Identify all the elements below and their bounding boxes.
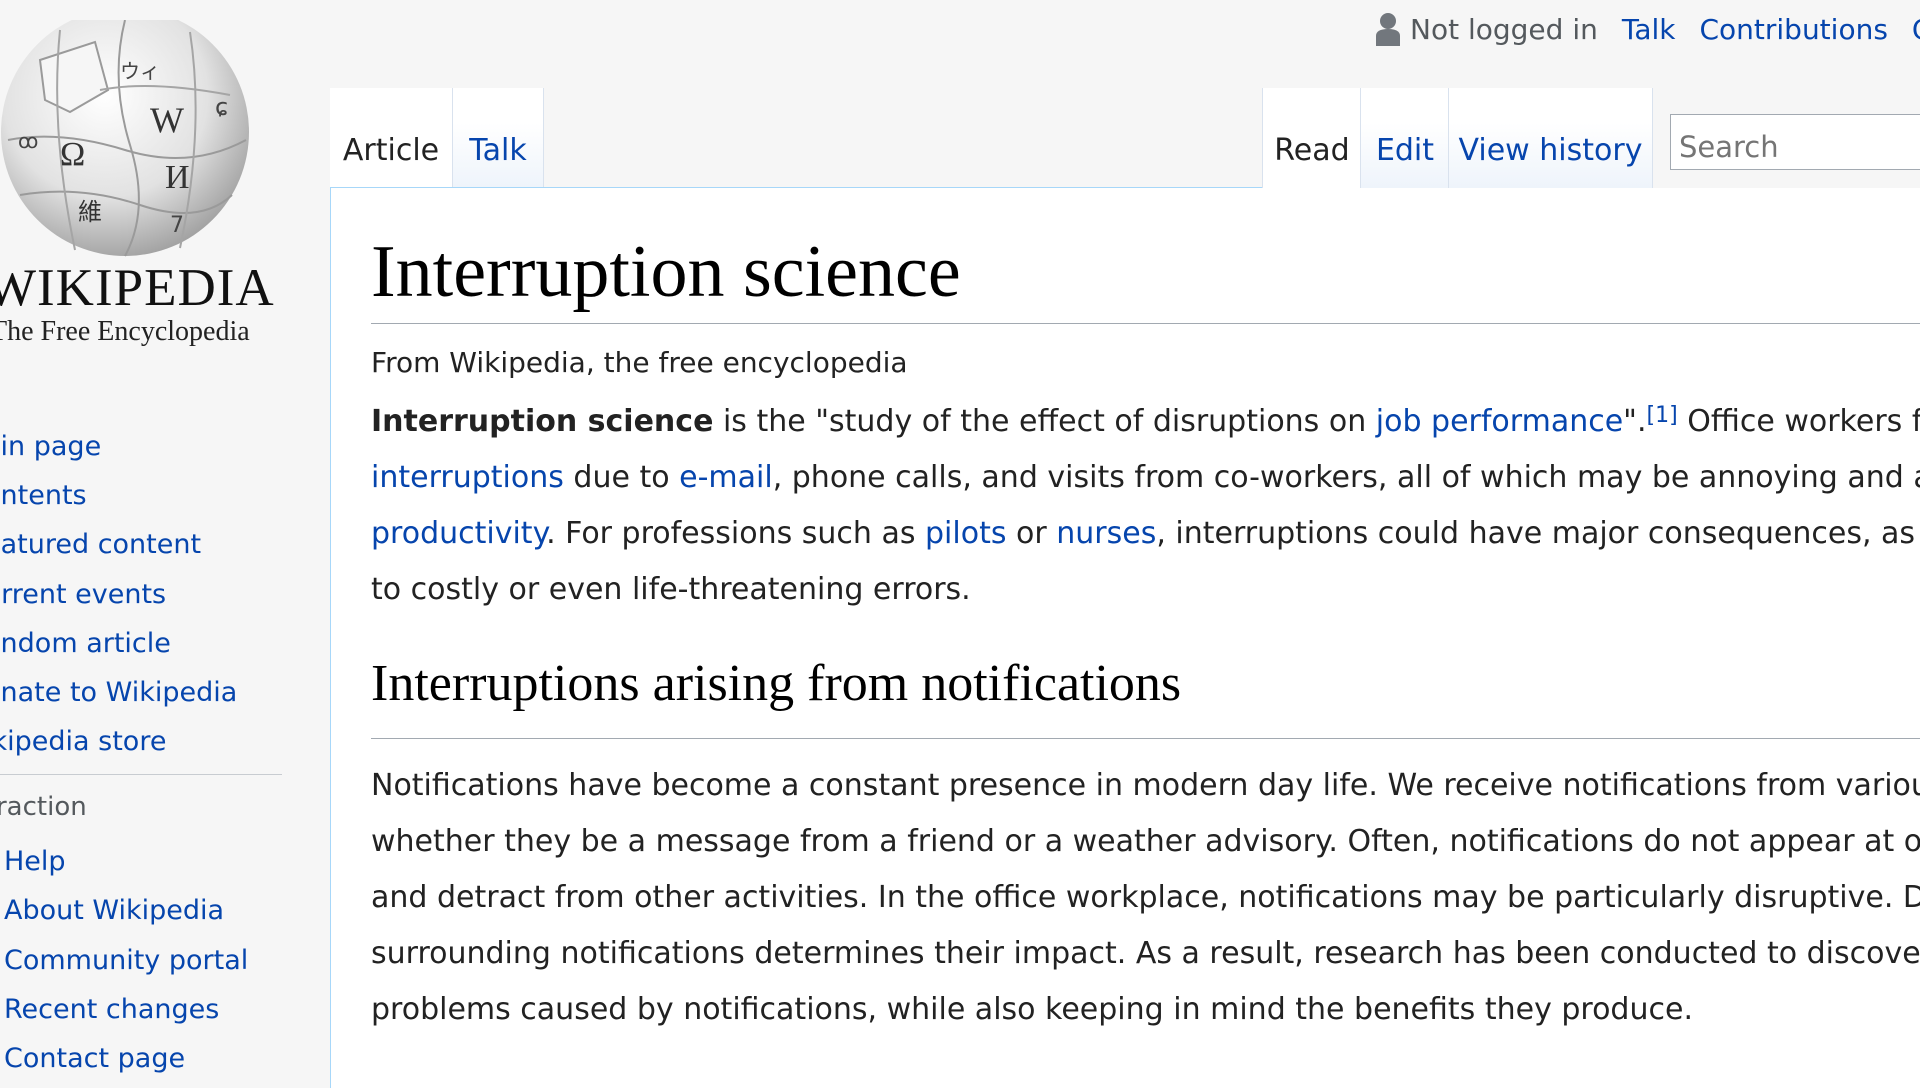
intro-text: Office workers face xyxy=(1687,404,1920,439)
intro-text: ". xyxy=(1623,404,1647,439)
title-divider xyxy=(371,323,1920,324)
reference-1[interactable]: [1] xyxy=(1647,403,1678,428)
svg-text:維: 維 xyxy=(78,198,102,226)
search-input[interactable] xyxy=(1670,114,1920,170)
link-interruptions[interactable]: interruptions xyxy=(371,460,564,495)
intro-paragraph: Interruption science is the "study of th… xyxy=(371,394,1920,618)
sidebar-interaction: Help About Wikipedia Community portal Re… xyxy=(4,837,248,1083)
article-content: Interruption science From Wikipedia, the… xyxy=(330,188,1920,1088)
paragraph-line: problems caused by notifications, while … xyxy=(371,992,1693,1027)
intro-text: is the "study of the effect of disruptio… xyxy=(713,404,1376,439)
svg-text:ウィ: ウィ xyxy=(120,59,160,83)
puzzle-globe-icon: W Ω И 維 ウィ ɕ 7 ꝏ xyxy=(1,20,249,257)
sidebar-item-community-portal[interactable]: Community portal xyxy=(4,945,248,976)
wikipedia-logo[interactable]: W Ω И 維 ウィ ɕ 7 ꝏ WIKIPEDIA The Free Ency… xyxy=(0,0,280,360)
sidebar-item-featured-content[interactable]: eatured content xyxy=(0,529,201,560)
paragraph-line: and detract from other activities. In th… xyxy=(371,880,1920,915)
wikipedia-wordmark: WIKIPEDIA xyxy=(0,259,275,317)
tab-view-history[interactable]: View history xyxy=(1448,88,1653,188)
sidebar-item-about-wikipedia[interactable]: About Wikipedia xyxy=(4,895,224,926)
tab-talk-label: Talk xyxy=(469,133,527,168)
intro-text: . For professions such as xyxy=(546,516,926,551)
interaction-heading: eraction xyxy=(0,792,87,822)
intro-text: , interruptions could have major consequ… xyxy=(1156,516,1920,551)
link-email[interactable]: e-mail xyxy=(679,460,773,495)
tab-article[interactable]: Article xyxy=(330,88,452,188)
page-title: Interruption science xyxy=(371,231,961,313)
svg-text:ɕ: ɕ xyxy=(215,93,228,121)
sidebar-item-help[interactable]: Help xyxy=(4,846,66,877)
notifications-paragraph: Notifications have become a constant pre… xyxy=(371,758,1920,1038)
sidebar-divider xyxy=(0,774,282,775)
bold-term: Interruption science xyxy=(371,404,714,439)
tab-read-label: Read xyxy=(1274,133,1350,168)
link-productivity[interactable]: productivity xyxy=(371,516,546,551)
link-nurses[interactable]: nurses xyxy=(1056,516,1156,551)
personal-tools: Not logged in Talk Contributions Cre xyxy=(1376,12,1920,46)
link-job-performance[interactable]: job performance xyxy=(1376,404,1623,439)
svg-text:W: W xyxy=(150,100,184,140)
sidebar-item-donate[interactable]: onate to Wikipedia xyxy=(0,677,237,708)
sidebar-item-contents[interactable]: ontents xyxy=(0,480,87,511)
tab-edit-label: Edit xyxy=(1375,133,1435,168)
svg-text:7: 7 xyxy=(170,213,184,238)
sidebar: W Ω И 維 ウィ ɕ 7 ꝏ WIKIPEDIA The Free Ency… xyxy=(0,0,330,1080)
create-account-link[interactable]: Cre xyxy=(1912,13,1920,46)
tab-article-label: Article xyxy=(342,133,440,168)
paragraph-line: surrounding notifications determines the… xyxy=(371,936,1920,971)
svg-text:ꝏ: ꝏ xyxy=(18,129,38,153)
contributions-link[interactable]: Contributions xyxy=(1699,13,1887,46)
user-icon xyxy=(1376,13,1400,46)
intro-text: due to xyxy=(563,460,680,495)
personal-talk-link[interactable]: Talk xyxy=(1622,13,1676,46)
wikipedia-tagline: The Free Encyclopedia xyxy=(0,316,250,347)
sidebar-item-random-article[interactable]: andom article xyxy=(0,628,171,659)
section-divider xyxy=(371,738,1920,739)
section-heading: Interruptions arising from notifications xyxy=(371,655,1182,712)
sidebar-item-current-events[interactable]: urrent events xyxy=(0,579,166,610)
paragraph-line: whether they be a message from a friend … xyxy=(371,824,1920,859)
tab-edit[interactable]: Edit xyxy=(1360,88,1449,188)
intro-text: , phone calls, and visits from co-worker… xyxy=(772,460,1920,495)
intro-text: or xyxy=(1006,516,1057,551)
not-logged-in-label: Not logged in xyxy=(1410,12,1598,46)
site-subtitle: From Wikipedia, the free encyclopedia xyxy=(371,346,908,379)
tab-read[interactable]: Read xyxy=(1262,88,1361,188)
tab-talk[interactable]: Talk xyxy=(452,88,544,188)
paragraph-line: Notifications have become a constant pre… xyxy=(371,768,1920,803)
sidebar-item-contact-page[interactable]: Contact page xyxy=(4,1043,185,1074)
intro-text: to costly or even life-threatening error… xyxy=(371,572,971,607)
svg-text:И: И xyxy=(165,159,190,196)
svg-text:Ω: Ω xyxy=(60,136,85,173)
sidebar-navigation: ain page ontents eatured content urrent … xyxy=(0,422,237,766)
sidebar-item-main-page[interactable]: ain page xyxy=(0,431,101,462)
link-pilots[interactable]: pilots xyxy=(925,516,1006,551)
sidebar-item-wikipedia-store[interactable]: ikipedia store xyxy=(0,726,166,757)
tab-view-history-label: View history xyxy=(1458,133,1643,168)
sidebar-item-recent-changes[interactable]: Recent changes xyxy=(4,994,219,1025)
